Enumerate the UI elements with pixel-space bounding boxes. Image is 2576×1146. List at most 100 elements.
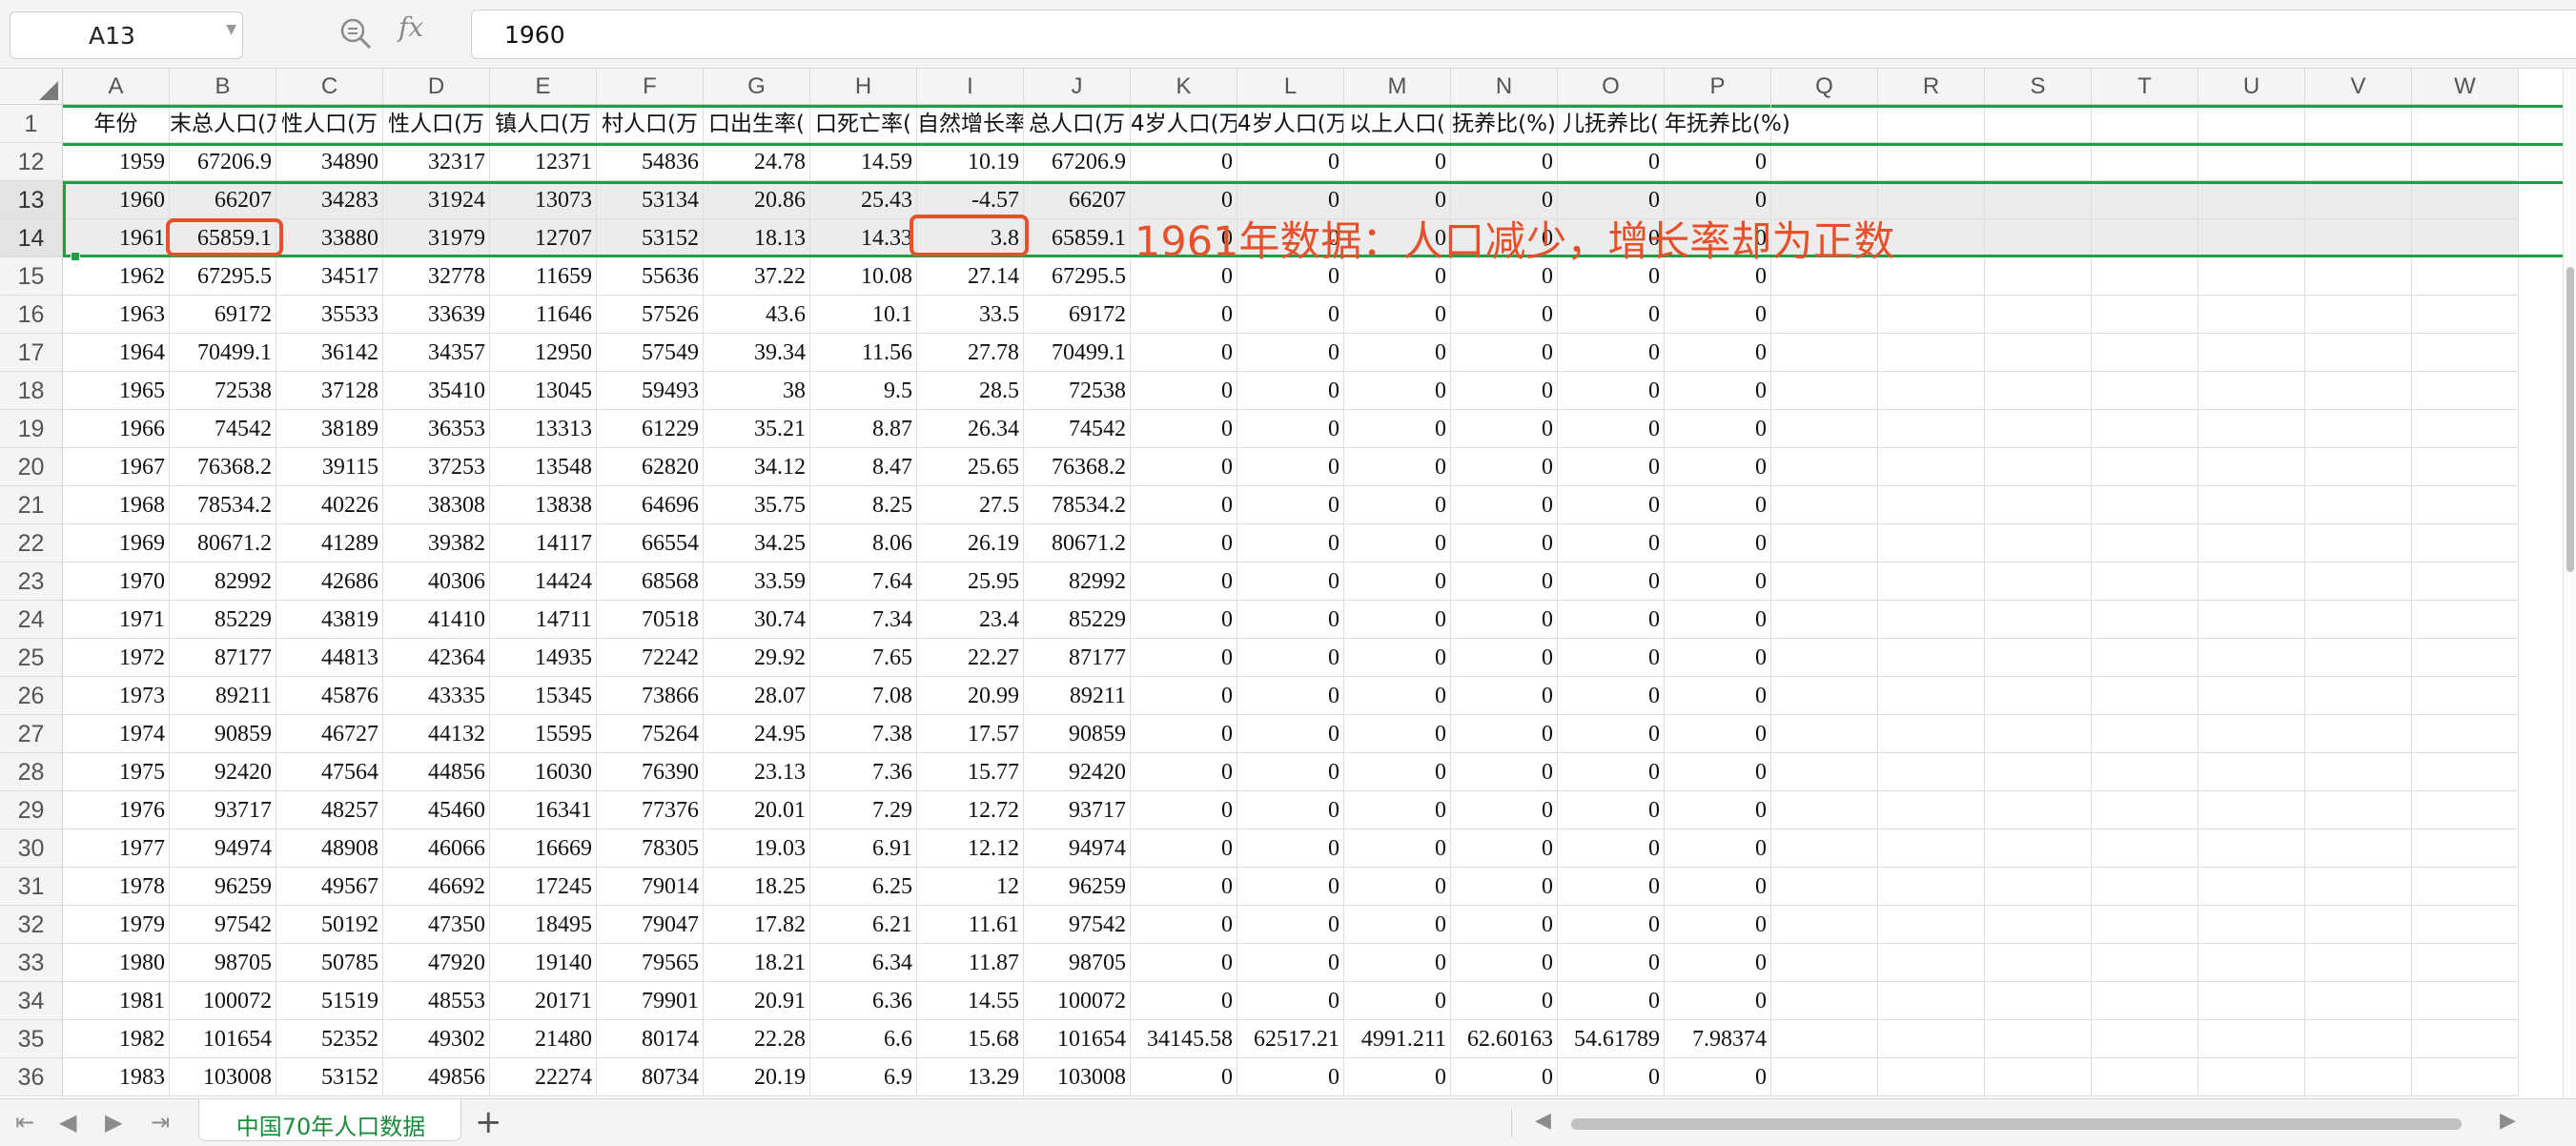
table-cell[interactable]: 0 <box>1344 677 1451 715</box>
table-cell[interactable]: 18.21 <box>704 944 810 982</box>
table-cell[interactable]: 65859.1 <box>170 219 276 257</box>
table-cell[interactable] <box>1985 791 2092 829</box>
header-cell[interactable]: 4岁人口(万 <box>1237 105 1344 143</box>
table-cell[interactable]: 0 <box>1237 868 1344 906</box>
table-cell[interactable]: 19.03 <box>704 829 810 868</box>
table-cell[interactable]: 75264 <box>597 715 704 753</box>
table-cell[interactable]: 37.22 <box>704 257 810 296</box>
table-cell[interactable] <box>1771 334 1878 372</box>
table-cell[interactable] <box>2412 944 2519 982</box>
table-cell[interactable]: 0 <box>1665 982 1771 1020</box>
header-cell[interactable] <box>2412 105 2519 143</box>
table-cell[interactable]: 68568 <box>597 563 704 601</box>
table-cell[interactable] <box>1878 639 1985 677</box>
fill-handle[interactable] <box>71 252 80 261</box>
row-header[interactable]: 23 <box>0 563 63 601</box>
table-cell[interactable] <box>1985 601 2092 639</box>
table-cell[interactable] <box>2412 563 2519 601</box>
row-header[interactable]: 24 <box>0 601 63 639</box>
table-cell[interactable]: 22.27 <box>917 639 1024 677</box>
table-cell[interactable]: 16030 <box>490 753 597 791</box>
table-cell[interactable] <box>1771 486 1878 524</box>
vertical-scrollbar[interactable] <box>2563 69 2576 1098</box>
table-cell[interactable]: 8.06 <box>810 524 917 563</box>
table-cell[interactable]: 1967 <box>63 448 170 486</box>
table-cell[interactable] <box>2412 524 2519 563</box>
table-cell[interactable]: 79047 <box>597 906 704 944</box>
table-cell[interactable]: 0 <box>1237 524 1344 563</box>
table-cell[interactable] <box>1985 829 2092 868</box>
table-cell[interactable]: 62820 <box>597 448 704 486</box>
table-cell[interactable] <box>1985 563 2092 601</box>
column-header[interactable]: I <box>917 69 1024 105</box>
table-cell[interactable]: 10.08 <box>810 257 917 296</box>
table-cell[interactable]: 85229 <box>170 601 276 639</box>
table-cell[interactable] <box>2198 563 2305 601</box>
table-cell[interactable]: 8.87 <box>810 410 917 448</box>
table-cell[interactable] <box>2092 563 2198 601</box>
table-cell[interactable]: 34145.58 <box>1131 1020 1237 1058</box>
table-cell[interactable] <box>2092 334 2198 372</box>
table-cell[interactable]: 14117 <box>490 524 597 563</box>
table-cell[interactable] <box>1878 601 1985 639</box>
table-cell[interactable]: 61229 <box>597 410 704 448</box>
table-cell[interactable]: 0 <box>1558 296 1665 334</box>
table-cell[interactable] <box>1878 791 1985 829</box>
table-cell[interactable]: 16341 <box>490 791 597 829</box>
table-cell[interactable] <box>2092 524 2198 563</box>
table-cell[interactable] <box>2305 1020 2412 1058</box>
table-cell[interactable]: 34890 <box>276 143 383 181</box>
table-cell[interactable]: 23.13 <box>704 753 810 791</box>
table-cell[interactable]: 0 <box>1131 601 1237 639</box>
table-cell[interactable] <box>2092 639 2198 677</box>
table-cell[interactable]: 13548 <box>490 448 597 486</box>
table-cell[interactable]: 1979 <box>63 906 170 944</box>
table-cell[interactable]: 0 <box>1665 524 1771 563</box>
table-cell[interactable] <box>2198 677 2305 715</box>
table-cell[interactable]: 19140 <box>490 944 597 982</box>
table-cell[interactable]: 12707 <box>490 219 597 257</box>
table-cell[interactable] <box>1985 486 2092 524</box>
table-cell[interactable]: 0 <box>1451 791 1558 829</box>
table-cell[interactable] <box>1878 296 1985 334</box>
table-cell[interactable]: 7.38 <box>810 715 917 753</box>
table-cell[interactable] <box>1878 524 1985 563</box>
table-cell[interactable] <box>1878 753 1985 791</box>
table-cell[interactable]: 1973 <box>63 677 170 715</box>
table-cell[interactable]: 40306 <box>383 563 490 601</box>
table-cell[interactable]: 28.07 <box>704 677 810 715</box>
name-box[interactable]: A13 ▼ <box>10 11 243 59</box>
table-cell[interactable] <box>1985 334 2092 372</box>
header-cell[interactable]: 性人口(万 <box>383 105 490 143</box>
table-cell[interactable]: 51519 <box>276 982 383 1020</box>
next-sheet-icon[interactable]: ▶ <box>105 1109 122 1136</box>
table-cell[interactable]: 52352 <box>276 1020 383 1058</box>
column-header[interactable]: F <box>597 69 704 105</box>
formula-input[interactable]: 1960 <box>471 10 2576 59</box>
table-cell[interactable]: 20.19 <box>704 1058 810 1096</box>
table-cell[interactable] <box>2092 181 2198 219</box>
table-cell[interactable] <box>2198 372 2305 410</box>
table-cell[interactable]: 0 <box>1558 1058 1665 1096</box>
table-cell[interactable]: 27.78 <box>917 334 1024 372</box>
table-cell[interactable] <box>1878 715 1985 753</box>
table-cell[interactable]: 6.34 <box>810 944 917 982</box>
table-cell[interactable]: 47564 <box>276 753 383 791</box>
table-cell[interactable]: 7.29 <box>810 791 917 829</box>
table-cell[interactable] <box>2412 1058 2519 1096</box>
table-cell[interactable]: 33639 <box>383 296 490 334</box>
table-cell[interactable]: 69172 <box>170 296 276 334</box>
table-cell[interactable]: 0 <box>1237 944 1344 982</box>
table-cell[interactable]: 13073 <box>490 181 597 219</box>
table-cell[interactable]: 28.5 <box>917 372 1024 410</box>
table-cell[interactable] <box>1878 1058 1985 1096</box>
header-cell[interactable] <box>1985 105 2092 143</box>
table-cell[interactable]: 0 <box>1665 601 1771 639</box>
table-cell[interactable]: 0 <box>1237 410 1344 448</box>
table-cell[interactable]: 103008 <box>1024 1058 1131 1096</box>
table-cell[interactable]: 0 <box>1344 906 1451 944</box>
table-cell[interactable]: 12371 <box>490 143 597 181</box>
table-cell[interactable]: 0 <box>1237 296 1344 334</box>
table-cell[interactable] <box>2412 372 2519 410</box>
table-cell[interactable]: 0 <box>1237 1058 1344 1096</box>
